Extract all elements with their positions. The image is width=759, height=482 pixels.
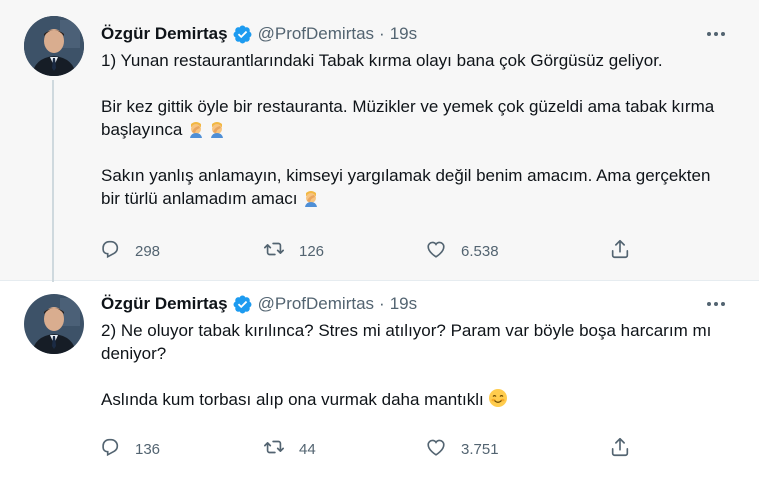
retweet-count: 44 <box>299 440 316 458</box>
tweet-thread: Özgür Demirtaş @ProfDemirtas · 19s 1) Yu… <box>0 0 759 482</box>
retweet-button[interactable]: 126 <box>263 238 324 264</box>
separator-dot: · <box>379 24 385 43</box>
tweet-actions: 136 44 3.751 <box>99 436 639 462</box>
tweet-paragraph-text: Sakın yanlış anlamayın, kimseyi yargılam… <box>101 166 711 208</box>
tweet[interactable]: Özgür Demirtaş @ProfDemirtas · 19s 2) Ne… <box>0 282 759 482</box>
retweet-icon <box>263 238 285 264</box>
tweet-paragraph: Sakın yanlış anlamayın, kimseyi yargılam… <box>101 164 731 210</box>
more-icon[interactable] <box>701 22 731 46</box>
reply-icon <box>99 238 121 264</box>
share-button[interactable] <box>609 436 631 462</box>
facepalm-emoji <box>208 120 226 138</box>
verified-badge-icon <box>232 24 253 45</box>
tweet-text: 2) Ne oluyor tabak kırılınca? Stres mi a… <box>101 319 731 411</box>
like-count: 6.538 <box>461 242 499 260</box>
smiling-blush-emoji <box>488 388 508 407</box>
author-handle[interactable]: @ProfDemirtas <box>258 24 374 44</box>
share-icon <box>609 436 631 462</box>
tweet-paragraph: 2) Ne oluyor tabak kırılınca? Stres mi a… <box>101 319 731 365</box>
share-button[interactable] <box>609 238 631 264</box>
thread-connector-line <box>52 80 54 282</box>
avatar[interactable] <box>24 294 84 354</box>
reply-icon <box>99 436 121 462</box>
tweet-timestamp[interactable]: 19s <box>390 294 417 314</box>
tweet-timestamp[interactable]: 19s <box>390 24 417 44</box>
tweet-paragraph: 1) Yunan restaurantlarındaki Tabak kırma… <box>101 49 731 72</box>
facepalm-emoji <box>302 189 320 207</box>
author-name[interactable]: Özgür Demirtaş <box>101 294 228 314</box>
tweet-paragraph-text: 2) Ne oluyor tabak kırılınca? Stres mi a… <box>101 321 712 363</box>
separator-dot: · <box>379 294 385 313</box>
more-icon[interactable] <box>701 292 731 316</box>
tweet-paragraph: Bir kez gittik öyle bir restauranta. Müz… <box>101 95 731 141</box>
share-icon <box>609 238 631 264</box>
like-button[interactable]: 3.751 <box>425 436 499 462</box>
tweet-actions: 298 126 6.538 <box>99 238 639 264</box>
like-icon <box>425 436 447 462</box>
retweet-count: 126 <box>299 242 325 260</box>
reply-count: 136 <box>135 440 161 458</box>
facepalm-emoji <box>187 120 205 138</box>
tweet-paragraph: Aslında kum torbası alıp ona vurmak daha… <box>101 388 731 411</box>
tweet-header: Özgür Demirtaş @ProfDemirtas · 19s <box>101 292 417 316</box>
tweet-header: Özgür Demirtaş @ProfDemirtas · 19s <box>101 22 417 46</box>
reply-button[interactable]: 298 <box>99 238 160 264</box>
tweet-paragraph-text: 1) Yunan restaurantlarındaki Tabak kırma… <box>101 51 663 70</box>
reply-count: 298 <box>135 242 161 260</box>
tweet-text: 1) Yunan restaurantlarındaki Tabak kırma… <box>101 49 731 210</box>
verified-badge-icon <box>232 294 253 315</box>
author-name[interactable]: Özgür Demirtaş <box>101 24 228 44</box>
tweet[interactable]: Özgür Demirtaş @ProfDemirtas · 19s 1) Yu… <box>0 0 759 282</box>
like-button[interactable]: 6.538 <box>425 238 499 264</box>
retweet-icon <box>263 436 285 462</box>
like-icon <box>425 238 447 264</box>
like-count: 3.751 <box>461 440 499 458</box>
author-handle[interactable]: @ProfDemirtas <box>258 294 374 314</box>
avatar[interactable] <box>24 16 84 76</box>
tweet-paragraph-text: Aslında kum torbası alıp ona vurmak daha… <box>101 390 484 409</box>
retweet-button[interactable]: 44 <box>263 436 316 462</box>
reply-button[interactable]: 136 <box>99 436 160 462</box>
